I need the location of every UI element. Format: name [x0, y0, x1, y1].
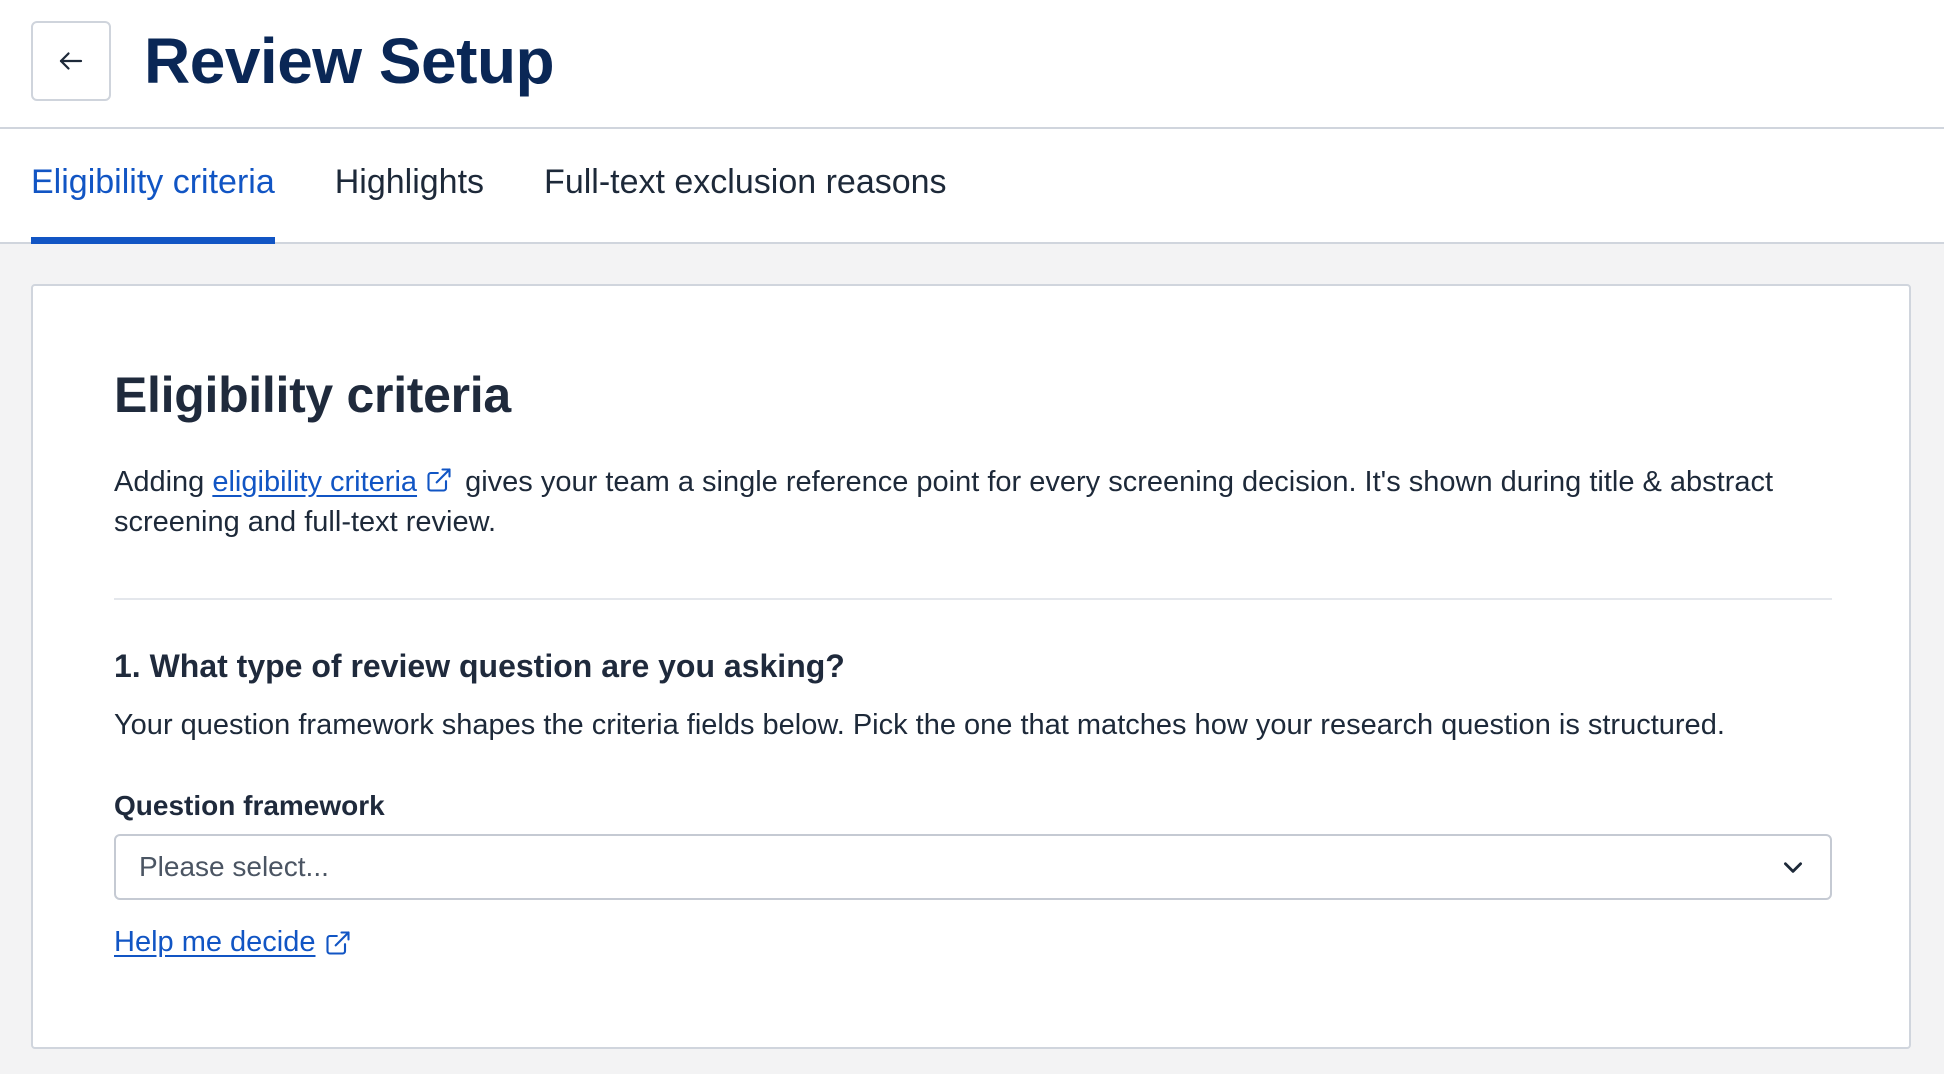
external-link-icon[interactable] — [425, 466, 453, 494]
select-placeholder: Please select... — [139, 851, 329, 882]
chevron-down-icon — [1784, 862, 1802, 873]
tab-bar: Eligibility criteria Highlights Full-tex… — [0, 129, 1944, 244]
header: Review Setup — [0, 0, 1944, 129]
question-heading: 1. What type of review question are you … — [114, 648, 845, 684]
tab-highlights[interactable]: Highlights — [335, 129, 484, 242]
question-description: Your question framework shapes the crite… — [114, 709, 1725, 741]
arrow-left-icon — [59, 51, 83, 70]
card-title: Eligibility criteria — [114, 367, 511, 423]
help-me-decide-link-wrapper[interactable]: Help me decide — [114, 926, 356, 959]
page-title: Review Setup — [144, 24, 555, 97]
tab-eligibility-criteria[interactable]: Eligibility criteria — [31, 129, 275, 244]
external-link-icon[interactable] — [324, 929, 352, 957]
question-framework-label: Question framework — [114, 790, 385, 821]
help-me-decide-link[interactable]: Help me decide — [114, 926, 316, 959]
question-framework-select[interactable]: Please select... — [114, 834, 1832, 900]
intro-before-link: Adding — [114, 466, 213, 498]
eligibility-criteria-link[interactable]: eligibility criteria — [212, 466, 417, 498]
eligibility-card: Eligibility criteria Adding eligibility … — [31, 284, 1911, 1049]
divider — [114, 598, 1832, 600]
intro-text: Adding eligibility criteria gives your t… — [114, 462, 1834, 542]
page: Review Setup Eligibility criteria Highli… — [0, 0, 1944, 1074]
tab-full-text-exclusion-reasons[interactable]: Full-text exclusion reasons — [544, 129, 947, 242]
back-button[interactable] — [31, 20, 111, 101]
